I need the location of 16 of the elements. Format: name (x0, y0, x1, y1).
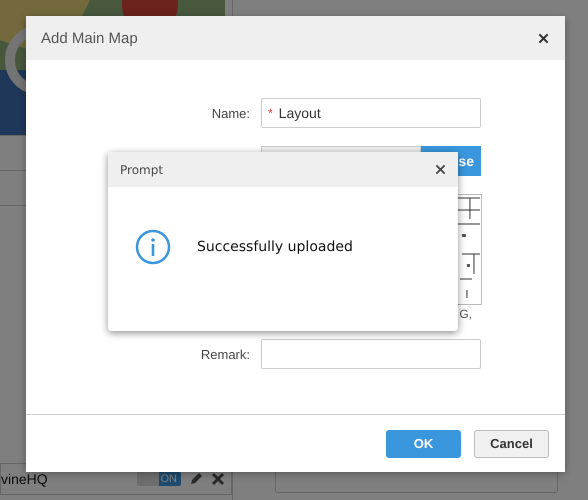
input-field[interactable] (261, 339, 481, 369)
close-icon[interactable] (538, 32, 549, 44)
field-value: Layout (278, 105, 321, 121)
dialog-title: Add Main Map (41, 30, 138, 46)
field-label: Remark: (200, 346, 250, 362)
delete-icon[interactable] (211, 472, 225, 486)
cancel-button[interactable]: Cancel (474, 430, 549, 458)
close-icon[interactable] (435, 164, 446, 175)
hint-text: G, (458, 307, 473, 321)
input-field[interactable]: * Layout (261, 98, 481, 128)
field-label: Name: (210, 106, 250, 120)
prompt-title: Prompt (120, 162, 164, 176)
list-item-title: vineHQ (1, 471, 49, 487)
prompt-message: Successfully uploaded (197, 239, 353, 255)
info-icon (135, 229, 171, 265)
required-mark: * (268, 106, 273, 120)
